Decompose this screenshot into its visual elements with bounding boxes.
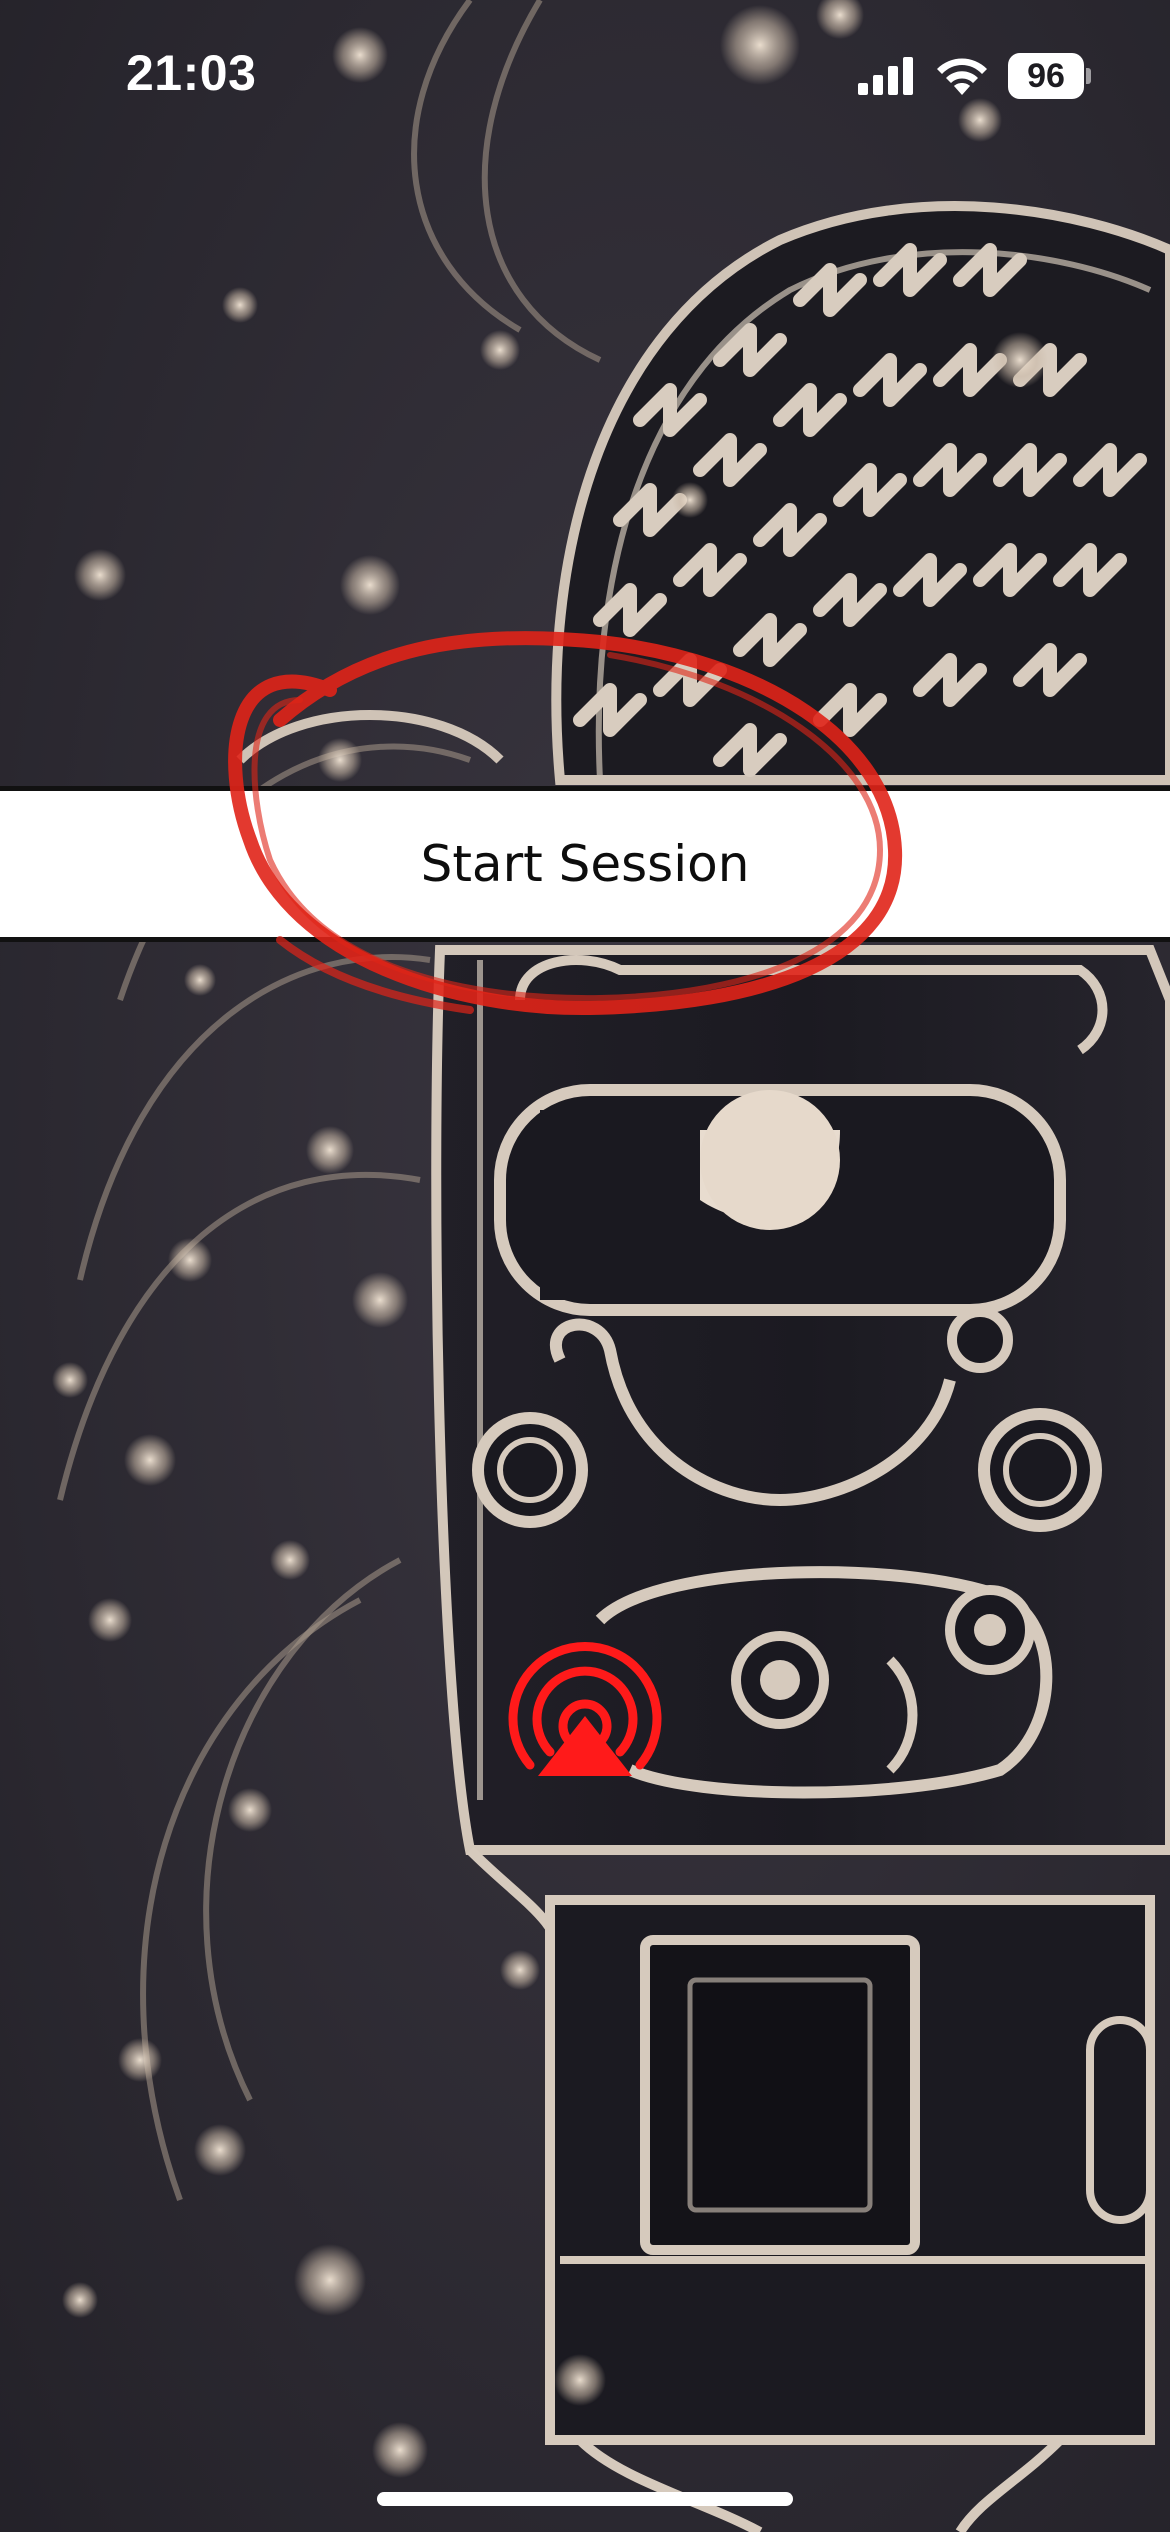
start-session-button[interactable]: Start Session: [0, 786, 1170, 942]
battery-tip: [1086, 68, 1091, 84]
cellular-signal-icon: [858, 57, 913, 95]
app-screen: 21:03 96 Start Session: [0, 0, 1170, 2532]
airplay-icon[interactable]: [500, 1640, 670, 1790]
battery-level: 96: [1027, 56, 1065, 95]
start-session-label: Start Session: [420, 835, 750, 893]
wifi-icon: [937, 58, 987, 95]
status-time: 21:03: [126, 45, 257, 101]
microphone-background-illustration: [0, 0, 1170, 2532]
status-bar: 21:03 96: [0, 0, 1170, 150]
status-icons: 96: [856, 52, 1091, 100]
home-indicator[interactable]: [377, 2492, 793, 2506]
battery-icon: 96: [1008, 53, 1091, 99]
